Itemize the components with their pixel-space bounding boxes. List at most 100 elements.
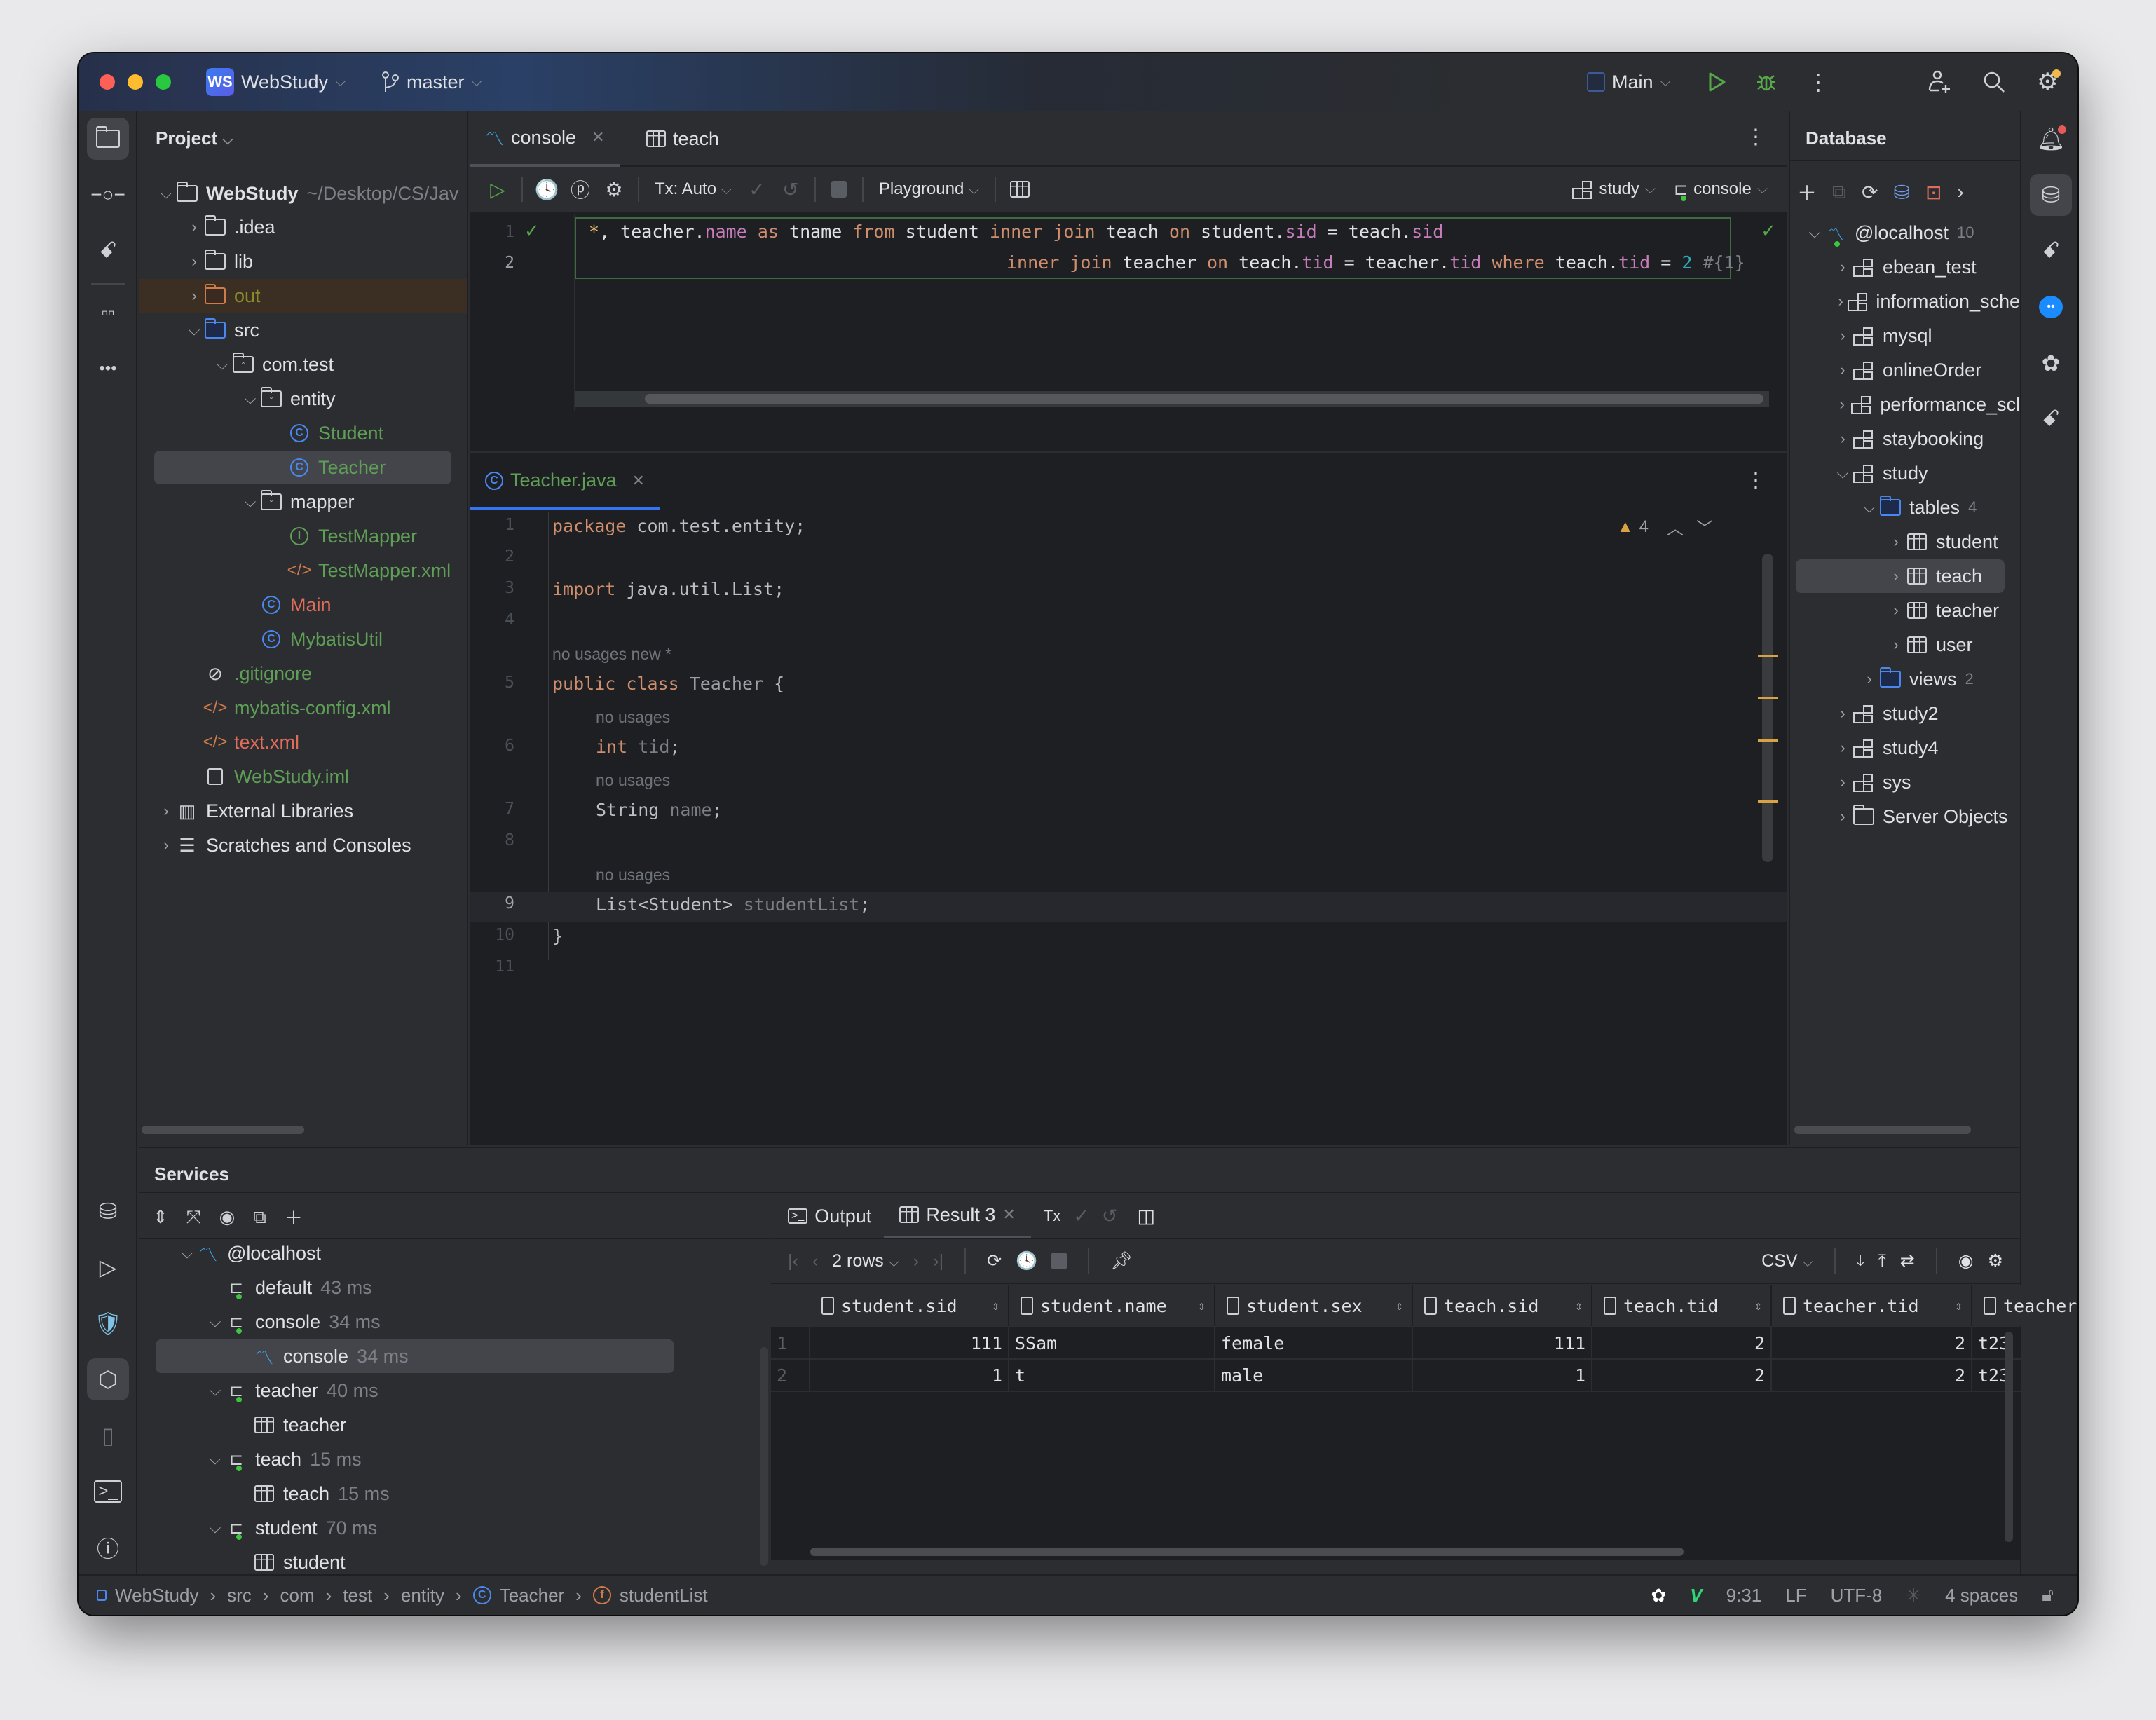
service-tree-item[interactable]: ⌵ ⊏ console 34 ms	[139, 1305, 758, 1339]
rollback-icon[interactable]: ↺	[774, 178, 807, 201]
tab-options-icon[interactable]: ⋮	[1745, 125, 1766, 149]
project-switcher[interactable]: WS WebStudy ⌵	[206, 66, 346, 98]
tx-mode-dropdown[interactable]: Tx: Auto ⌵	[655, 179, 732, 199]
add-datasource-icon[interactable]: ＋	[1797, 178, 1817, 206]
database-tree-item[interactable]: ⌵ tables 4	[1790, 491, 2020, 524]
close-tab-icon[interactable]: ✕	[1002, 1206, 1015, 1224]
project-tree-item[interactable]: › out	[139, 279, 467, 313]
sort-icon[interactable]: ⇕	[1754, 1299, 1762, 1313]
execute-icon[interactable]: ▷	[481, 178, 514, 201]
grid-horizontal-scrollbar[interactable]	[810, 1548, 1684, 1556]
chevron-right-icon[interactable]: ›	[185, 287, 203, 305]
sort-icon[interactable]: ⇕	[1575, 1299, 1583, 1313]
first-page-icon[interactable]: |‹	[788, 1251, 798, 1271]
table-cell[interactable]: 2	[1772, 1327, 1972, 1360]
previous-problem-icon[interactable]: ︿	[1667, 514, 1684, 539]
breadcrumb-item[interactable]: entity	[401, 1585, 444, 1606]
warning-marker[interactable]	[1758, 800, 1778, 803]
new-tab-icon[interactable]: ⧉	[253, 1206, 266, 1229]
breadcrumb-item[interactable]: com	[280, 1585, 315, 1606]
chevron-right-icon[interactable]: ›	[1834, 292, 1848, 310]
run-button[interactable]	[1707, 66, 1727, 98]
refresh-icon[interactable]: ⟳	[987, 1250, 1002, 1271]
column-header[interactable]: teach.sid ⇕	[1413, 1285, 1592, 1326]
java-editor[interactable]: 1 package com.test.entity; 2 3 import java.u…	[470, 512, 1787, 1145]
branch-switcher[interactable]: master ⌵	[381, 66, 482, 98]
database-tree-item[interactable]: › teach	[1796, 559, 2005, 593]
chevron-down-icon[interactable]: ⌵	[206, 1313, 224, 1331]
inspection-widget[interactable]: ▲ 4 ︿ ﹀	[1617, 514, 1713, 539]
chevron-right-icon[interactable]: ›	[1887, 567, 1905, 585]
chevron-right-icon[interactable]: ›	[1834, 258, 1852, 276]
tab-teach[interactable]: teach	[631, 111, 735, 167]
project-tree-item[interactable]: ⌵ ∘ com.test	[139, 348, 467, 381]
grid-vertical-scrollbar[interactable]	[2005, 1332, 2013, 1542]
service-tree-item[interactable]: ⌵ ⊏ teacher 40 ms	[139, 1374, 758, 1407]
sort-icon[interactable]: ⇕	[1955, 1299, 1963, 1313]
chevron-down-icon[interactable]: ⌵	[1806, 224, 1824, 242]
services-tool-button[interactable]: ⬡	[87, 1358, 129, 1400]
chevron-down-icon[interactable]: ⌵	[206, 1450, 224, 1468]
chevron-right-icon[interactable]: ›	[1834, 395, 1850, 414]
chevron-right-icon[interactable]: ›	[1860, 670, 1878, 688]
parameters-p-icon[interactable]: ⓟ	[564, 175, 597, 203]
indent-setting[interactable]: 4 spaces	[1945, 1585, 2018, 1606]
chevron-down-icon[interactable]: ⌵	[1834, 464, 1852, 482]
project-tree-item[interactable]: › .idea	[139, 210, 467, 244]
database-tree-item[interactable]: › information_sche	[1790, 285, 2020, 318]
tab-output[interactable]: >_ Output	[788, 1206, 871, 1227]
openai-logo-icon[interactable]: ✿	[1651, 1585, 1667, 1606]
disconnect-icon[interactable]: ⊡	[1925, 181, 1942, 204]
refresh-icon[interactable]: ⟳	[1862, 181, 1878, 204]
table-cell[interactable]: male	[1215, 1360, 1413, 1392]
chevron-down-icon[interactable]: ⌵	[213, 355, 231, 374]
project-tree-item[interactable]: </> TestMapper.xml	[139, 554, 467, 587]
table-cell[interactable]: 1	[1413, 1360, 1592, 1392]
database-tree-item[interactable]: › teacher	[1790, 594, 2020, 627]
chevron-right-icon[interactable]: ›	[1834, 361, 1852, 379]
ai-chat-button[interactable]: ꗃ	[2030, 398, 2072, 440]
next-page-icon[interactable]: ›	[913, 1251, 919, 1271]
ai-help-tool-button[interactable]: ꗃ	[87, 230, 129, 272]
next-problem-icon[interactable]: ﹀	[1696, 514, 1713, 539]
column-header[interactable]: student.sex ⇕	[1215, 1285, 1413, 1326]
chevron-down-icon[interactable]: ⌵	[241, 493, 259, 511]
file-encoding[interactable]: UTF-8	[1831, 1585, 1883, 1606]
view-options-eye-icon[interactable]: ◉	[219, 1206, 236, 1228]
vertical-scrollbar[interactable]	[1762, 554, 1773, 862]
tx-button[interactable]: Tx	[1044, 1207, 1060, 1225]
chevron-right-icon[interactable]: ›	[1834, 739, 1852, 757]
add-service-icon[interactable]: ＋	[285, 1204, 303, 1230]
table-cell[interactable]: 111	[1413, 1327, 1592, 1360]
chat-button[interactable]: ••	[2030, 286, 2072, 328]
layout-icon[interactable]: ◫	[1138, 1206, 1156, 1227]
project-tool-button[interactable]	[87, 118, 129, 160]
playground-dropdown[interactable]: Playground ⌵	[879, 179, 979, 199]
database-tree-item[interactable]: › staybooking	[1790, 422, 2020, 456]
splitter[interactable]	[470, 411, 1787, 453]
row-number[interactable]: 1	[771, 1327, 810, 1360]
tree-root-webstudy[interactable]: ⌵ WebStudy ~/Desktop/CS/Jav	[139, 177, 467, 210]
copy-icon[interactable]: ⧉	[1832, 181, 1846, 204]
sort-icon[interactable]: ⇕	[1396, 1299, 1403, 1313]
database-tree-item[interactable]: ⌵ study	[1790, 456, 2020, 490]
chevron-right-icon[interactable]: ›	[1957, 181, 1963, 203]
chevron-right-icon[interactable]: ›	[1834, 807, 1852, 826]
column-header[interactable]: teach.tid ⇕	[1592, 1285, 1772, 1326]
breadcrumb-item[interactable]: src	[227, 1585, 252, 1606]
project-tree-item[interactable]: › ☰ Scratches and Consoles	[139, 828, 467, 862]
schema-selector[interactable]: study ⌵	[1572, 179, 1656, 199]
more-tools-button[interactable]: •••	[87, 348, 129, 390]
project-tree-item[interactable]: › lib	[139, 245, 467, 278]
service-tree-item[interactable]: ⊏ default 43 ms	[139, 1271, 758, 1304]
sort-icon[interactable]: ⇕	[992, 1299, 999, 1313]
session-selector[interactable]: ⊏ console ⌵	[1674, 179, 1768, 201]
caret-position[interactable]: 9:31	[1726, 1585, 1762, 1606]
line-ending[interactable]: LF	[1785, 1585, 1806, 1606]
chevron-down-icon[interactable]: ⌵	[206, 1381, 224, 1400]
chevron-right-icon[interactable]: ›	[1887, 601, 1905, 620]
column-header[interactable]: teacher.tid ⇕	[1772, 1285, 1972, 1326]
project-tree-item[interactable]: ⊘ .gitignore	[139, 657, 467, 690]
column-header[interactable]: student.name ⇕	[1009, 1285, 1215, 1326]
gopher-plugin-button[interactable]: 🛡	[87, 1302, 129, 1344]
